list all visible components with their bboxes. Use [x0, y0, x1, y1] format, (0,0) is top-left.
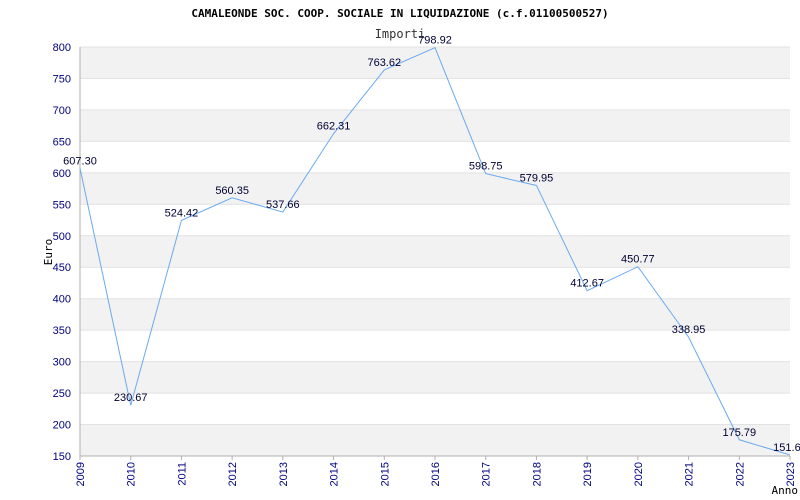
grid-band — [80, 172, 790, 205]
data-label: 560.35 — [215, 185, 249, 197]
data-label: 450.77 — [621, 254, 655, 266]
data-label: 175.79 — [722, 427, 756, 439]
y-tick-label: 500 — [53, 231, 71, 243]
data-label: 230.67 — [114, 392, 148, 404]
y-tick-label: 600 — [53, 168, 71, 180]
grid-band — [80, 361, 790, 394]
data-label: 662.31 — [317, 121, 351, 133]
y-tick-label: 200 — [53, 420, 71, 432]
x-axis-ticks: 2009 2010 2011 2012 2013 2014 2015 2016 2017 2018… — [75, 456, 797, 486]
x-axis-label: Anno — [772, 484, 799, 497]
y-tick-label: 450 — [53, 262, 71, 274]
data-label: 412.67 — [570, 278, 604, 290]
x-tick-label: 2015 — [379, 462, 391, 486]
y-tick-label: 350 — [53, 325, 71, 337]
y-tick-label: 250 — [53, 388, 71, 400]
x-tick-label: 2009 — [75, 462, 87, 486]
x-tick-label: 2020 — [633, 462, 645, 486]
y-tick-label: 150 — [53, 451, 71, 463]
x-tick-label: 2014 — [329, 462, 341, 486]
chart-title: CAMALEONDE SOC. COOP. SOCIALE IN LIQUIDA… — [191, 7, 608, 20]
grid-band — [80, 235, 790, 268]
x-tick-label: 2018 — [531, 462, 543, 486]
y-tick-label: 800 — [53, 42, 71, 54]
data-label: 763.62 — [367, 57, 401, 69]
x-tick-label: 2013 — [278, 462, 290, 486]
x-tick-label: 2012 — [227, 462, 239, 486]
line-chart: 150 200 250 300 350 400 450 500 550 600 650 700 750 8… — [42, 7, 800, 497]
x-tick-label: 2023 — [785, 462, 797, 486]
data-label: 579.95 — [520, 172, 554, 184]
data-label: 598.75 — [469, 161, 503, 173]
x-tick-label: 2011 — [176, 462, 188, 486]
x-tick-label: 2016 — [430, 462, 442, 486]
x-tick-label: 2021 — [684, 462, 696, 486]
y-tick-label: 700 — [53, 105, 71, 117]
y-tick-label: 400 — [53, 294, 71, 306]
x-tick-label: 2017 — [481, 462, 493, 486]
x-tick-label: 2022 — [734, 462, 746, 486]
y-tick-label: 750 — [53, 73, 71, 85]
y-tick-label: 300 — [53, 357, 71, 369]
data-label: 151.68 — [773, 442, 800, 454]
grid-band — [80, 424, 790, 456]
data-label: 537.66 — [266, 199, 300, 211]
y-tick-label: 650 — [53, 136, 71, 148]
y-tick-label: 550 — [53, 199, 71, 211]
data-label: 338.95 — [672, 324, 706, 336]
y-axis-ticks: 150 200 250 300 350 400 450 500 550 600 650 700 750 8… — [53, 42, 71, 463]
grid-band — [80, 47, 790, 79]
grid-band — [80, 109, 790, 142]
x-tick-label: 2019 — [582, 462, 594, 486]
y-axis-label: Euro — [42, 239, 55, 266]
data-label: 524.42 — [165, 207, 199, 219]
chart-subtitle: Importi — [375, 27, 426, 41]
data-label: 607.30 — [63, 155, 97, 167]
x-tick-label: 2010 — [126, 462, 138, 486]
grid-bands — [80, 47, 790, 456]
